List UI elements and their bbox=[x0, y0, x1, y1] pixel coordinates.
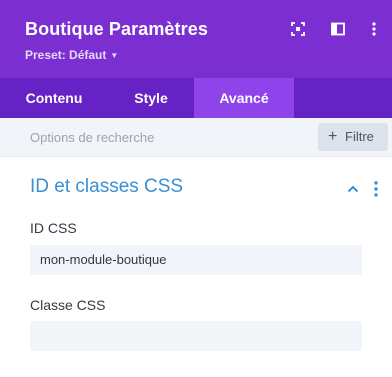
section-title[interactable]: ID et classes CSS bbox=[30, 176, 183, 198]
chevron-up-icon[interactable] bbox=[345, 181, 361, 197]
css-class-field[interactable] bbox=[30, 321, 362, 351]
search-input[interactable]: Options de recherche bbox=[30, 130, 154, 145]
sidebar-toggle-icon[interactable] bbox=[330, 21, 346, 37]
tab-bar: Contenu Style Avancé bbox=[0, 78, 392, 118]
plus-icon: + bbox=[328, 128, 338, 145]
settings-header: Boutique Paramètres Preset: Défaut ▼ bbox=[0, 0, 392, 78]
focus-icon[interactable] bbox=[290, 21, 306, 37]
css-id-field[interactable]: mon-module-boutique bbox=[30, 245, 362, 275]
more-vertical-icon[interactable] bbox=[366, 21, 382, 37]
preset-label: Preset: Défaut bbox=[25, 48, 107, 62]
preset-dropdown[interactable]: Preset: Défaut ▼ bbox=[25, 48, 118, 62]
modal-title: Boutique Paramètres bbox=[25, 19, 208, 39]
filter-button[interactable]: + Filtre bbox=[318, 123, 388, 151]
caret-down-icon: ▼ bbox=[110, 51, 119, 60]
tab-style[interactable]: Style bbox=[108, 78, 194, 118]
section-more-icon[interactable] bbox=[372, 180, 380, 198]
css-id-label: ID CSS bbox=[30, 220, 77, 236]
filter-label: Filtre bbox=[345, 129, 374, 144]
search-bar: Options de recherche + Filtre bbox=[0, 118, 392, 157]
tab-avance[interactable]: Avancé bbox=[194, 78, 294, 118]
css-class-label: Classe CSS bbox=[30, 297, 106, 313]
tab-contenu[interactable]: Contenu bbox=[0, 78, 108, 118]
